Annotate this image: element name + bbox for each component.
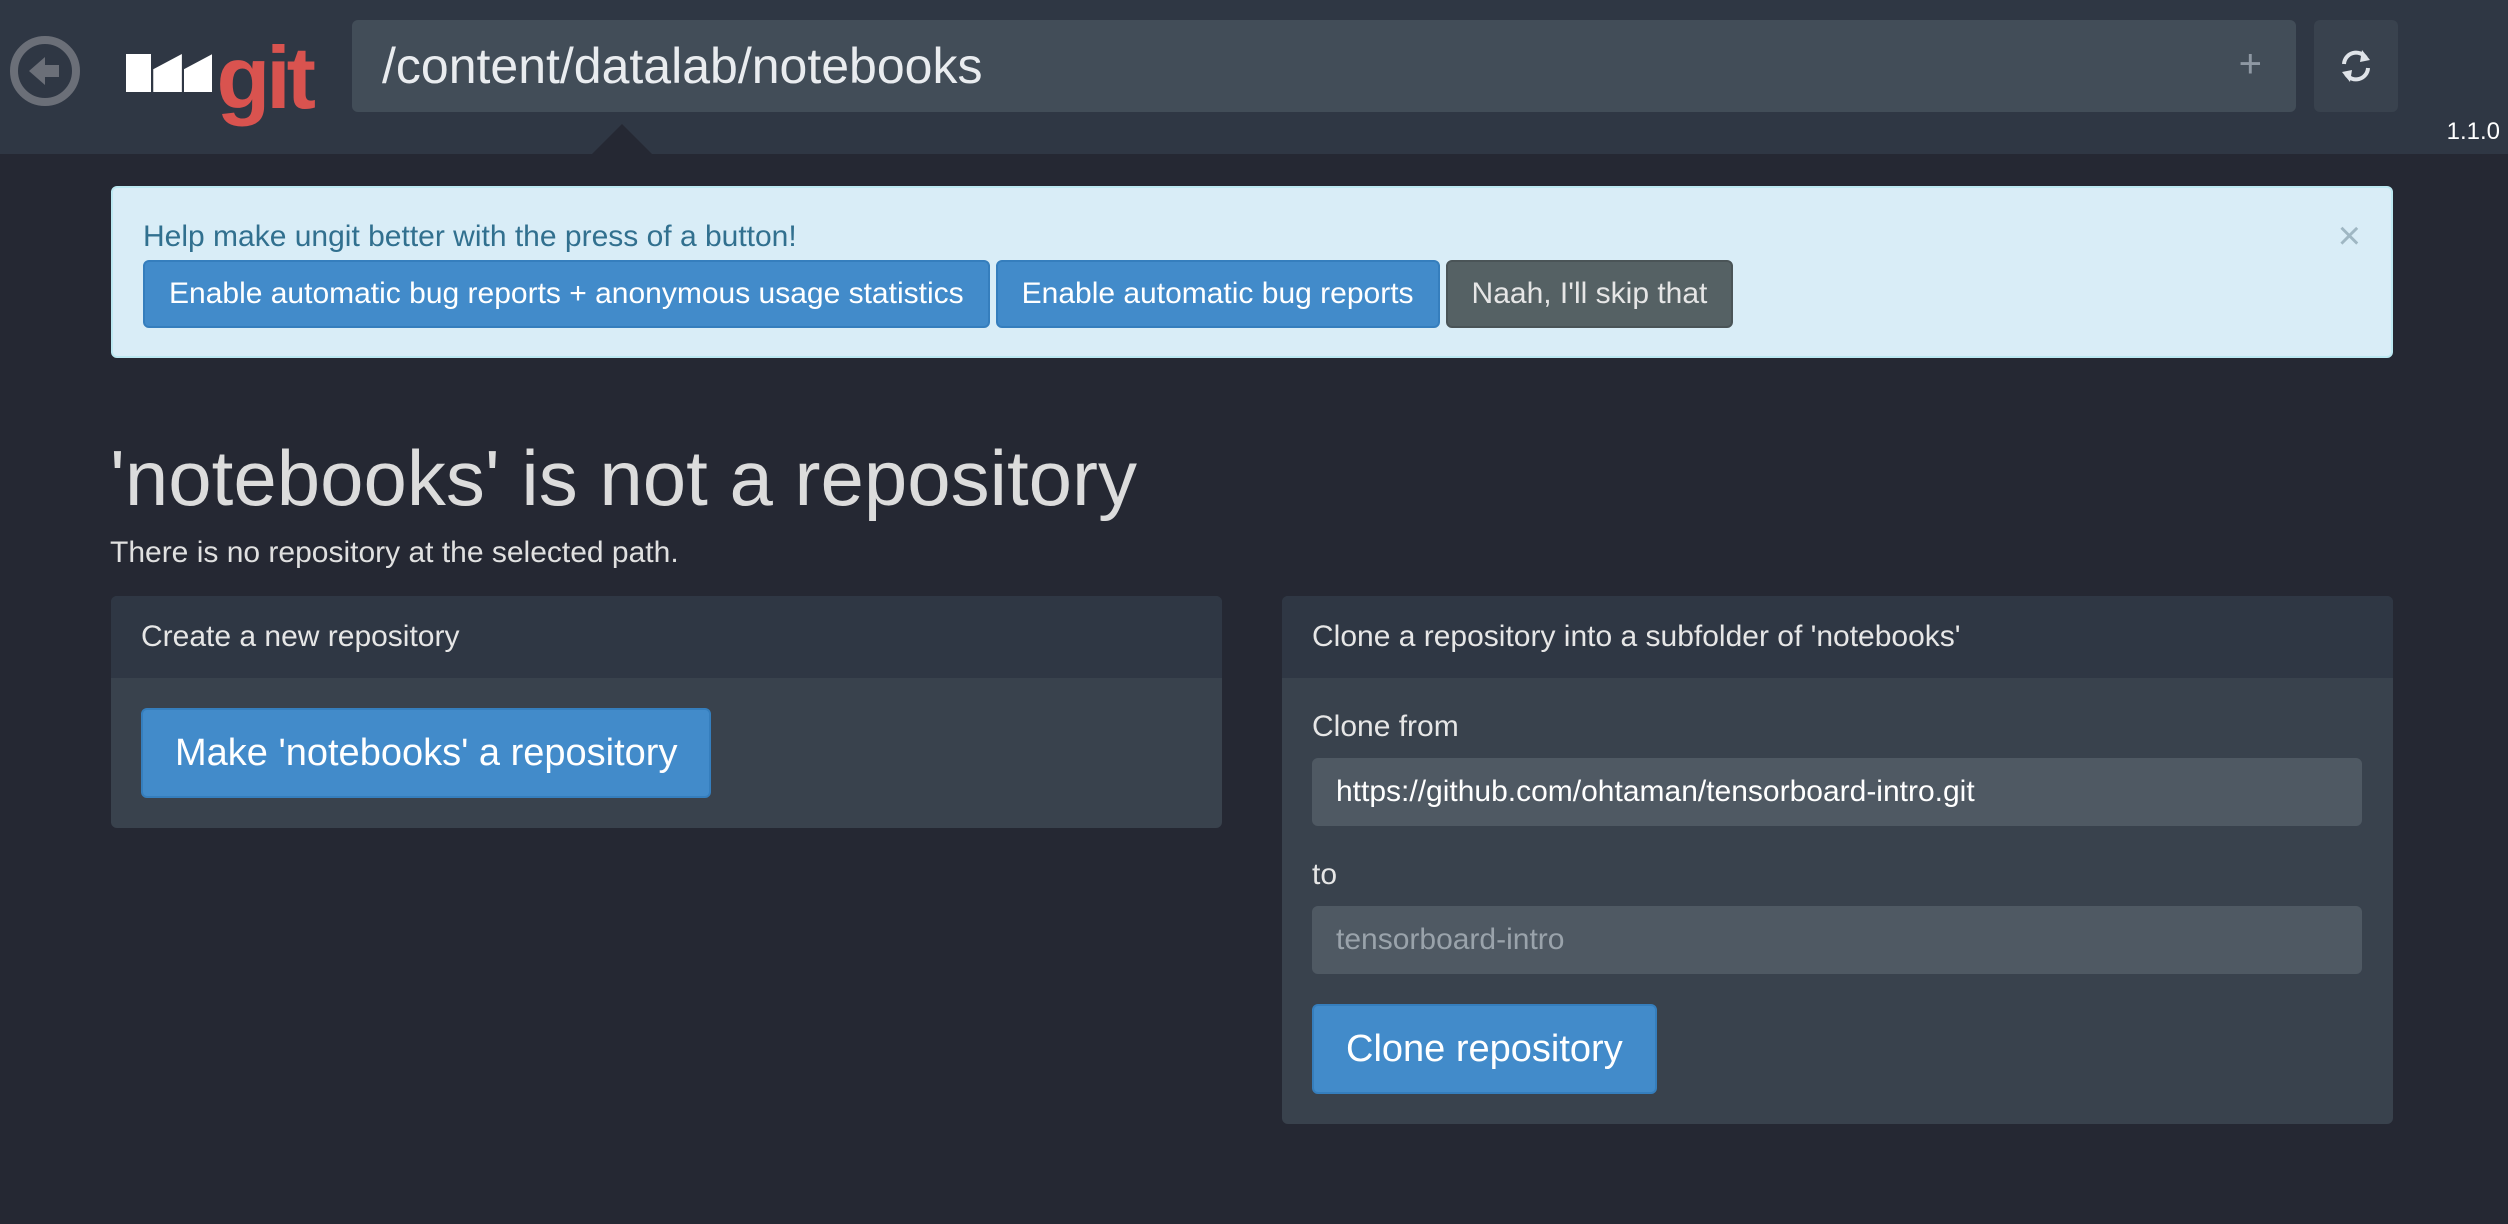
version-label: 1.1.0 [2446, 118, 2500, 145]
path-text: /content/datalab/notebooks [382, 38, 983, 94]
alert-message: Help make ungit better with the press of… [143, 220, 797, 253]
create-repository-panel: Create a new repository Make 'notebooks'… [111, 596, 1222, 828]
path-caret [592, 124, 652, 154]
refresh-button[interactable] [2314, 20, 2398, 112]
create-panel-heading: Create a new repository [111, 596, 1222, 678]
skip-button[interactable]: Naah, I'll skip that [1445, 260, 1734, 328]
top-bar: git /content/datalab/notebooks + 1.1.0 [0, 0, 2508, 154]
add-path-button[interactable]: + [2239, 44, 2262, 84]
enable-bug-reports-and-stats-button[interactable]: Enable automatic bug reports + anonymous… [143, 260, 990, 328]
logo-block [183, 54, 213, 92]
page-subtitle: There is no repository at the selected p… [110, 536, 679, 569]
logo-block [126, 54, 152, 92]
arrow-left-icon [29, 57, 59, 85]
clone-repository-button[interactable]: Clone repository [1312, 1004, 1657, 1094]
close-icon[interactable]: × [2338, 216, 2361, 256]
logo-block [153, 54, 182, 92]
enable-bug-reports-button[interactable]: Enable automatic bug reports [995, 260, 1440, 328]
alert-button-group: Enable automatic bug reports + anonymous… [143, 260, 1734, 328]
clone-destination-input[interactable]: tensorboard-intro [1312, 906, 2362, 974]
page-title: 'notebooks' is not a repository [110, 434, 1138, 522]
clone-panel-heading: Clone a repository into a subfolder of '… [1282, 596, 2393, 678]
back-button[interactable] [10, 36, 80, 106]
path-input[interactable]: /content/datalab/notebooks + [352, 20, 2296, 112]
logo-git-text: git [216, 28, 315, 127]
usage-stats-alert: Help make ungit better with the press of… [111, 186, 2393, 358]
make-repository-button[interactable]: Make 'notebooks' a repository [141, 708, 712, 798]
refresh-icon [2342, 50, 2370, 82]
clone-url-input[interactable]: https://github.com/ohtaman/tensorboard-i… [1312, 758, 2362, 826]
clone-from-label: Clone from [1312, 710, 1459, 743]
ungit-logo[interactable]: git [126, 28, 316, 127]
clone-repository-panel: Clone a repository into a subfolder of '… [1282, 596, 2393, 1124]
clone-to-label: to [1312, 858, 1338, 891]
